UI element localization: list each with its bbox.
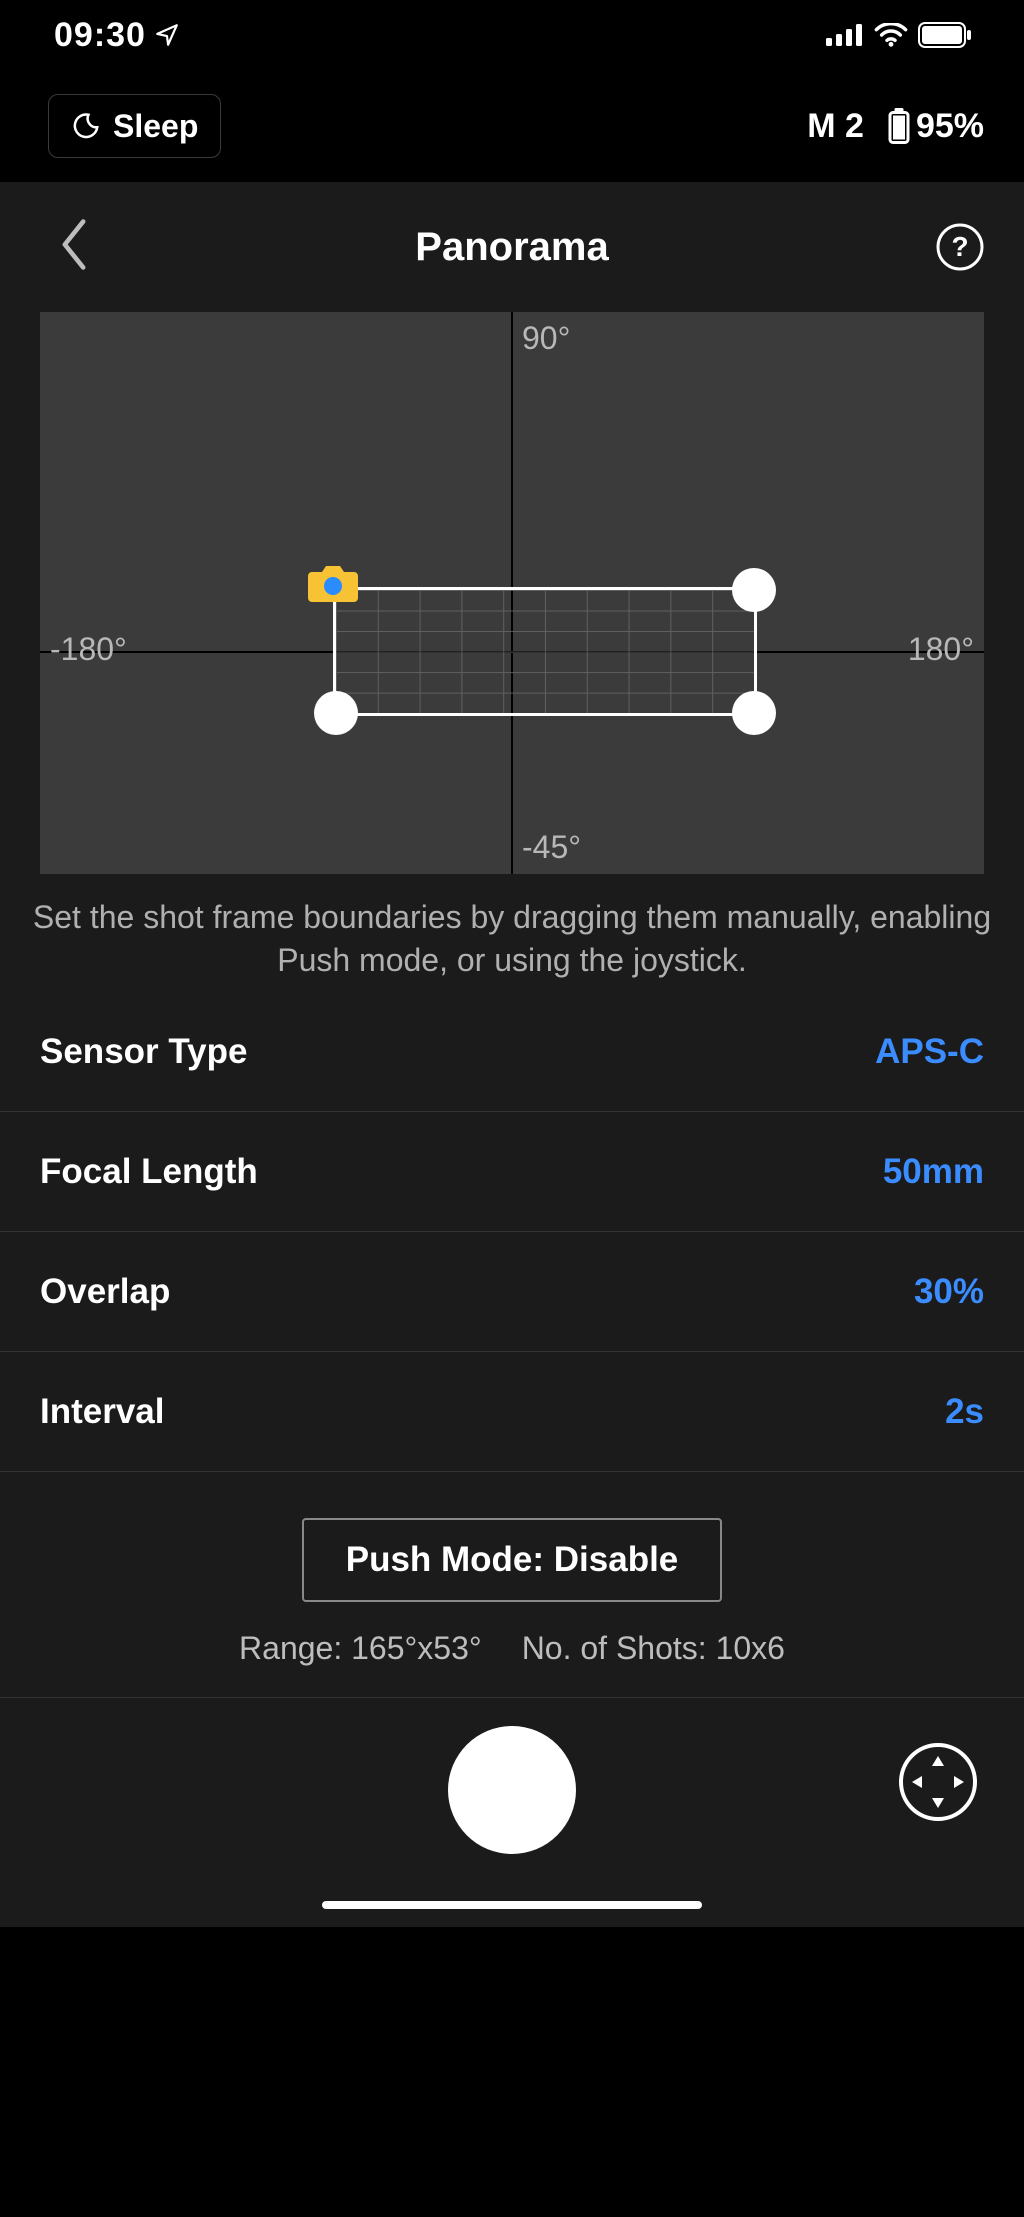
panorama-wrap: 90° -180° 180° -45° [40, 312, 984, 874]
corner-handle-bl[interactable] [314, 691, 358, 735]
home-indicator[interactable] [322, 1901, 702, 1909]
selection-frame[interactable] [333, 587, 758, 716]
row-sensor-type[interactable]: Sensor Type APS-C [0, 992, 1024, 1112]
content-area: Panorama ? 90° -180° 180° -45° [0, 182, 1024, 1927]
ios-status-bar: 09:30 [0, 0, 1024, 70]
joystick-button[interactable] [898, 1742, 978, 1822]
status-time: 09:30 [54, 16, 146, 55]
corner-handle-tr[interactable] [732, 568, 776, 612]
row-value: 2s [945, 1392, 984, 1432]
location-icon [154, 22, 180, 48]
sleep-label: Sleep [113, 108, 198, 145]
pano-label-top: 90° [522, 320, 570, 357]
pano-label-left: -180° [50, 631, 127, 668]
dpad-icon [898, 1742, 978, 1822]
row-label: Sensor Type [40, 1032, 247, 1072]
moon-icon [71, 111, 101, 141]
battery-percent: 95% [916, 107, 984, 146]
row-label: Focal Length [40, 1152, 258, 1192]
battery-small-icon [888, 108, 910, 144]
row-value: APS-C [875, 1032, 984, 1072]
row-focal-length[interactable]: Focal Length 50mm [0, 1112, 1024, 1232]
back-button[interactable] [56, 219, 92, 276]
page-header: Panorama ? [0, 182, 1024, 312]
shutter-button[interactable] [448, 1726, 576, 1854]
settings-rows: Sensor Type APS-C Focal Length 50mm Over… [0, 992, 1024, 1472]
shots-label: No. of Shots: 10x6 [522, 1630, 785, 1667]
signal-icon [826, 24, 864, 46]
footer-bar [0, 1697, 1024, 1927]
pano-label-right: 180° [908, 631, 974, 668]
help-button[interactable]: ? [936, 223, 984, 271]
status-right [826, 22, 972, 48]
hint-text: Set the shot frame boundaries by draggin… [30, 896, 994, 982]
panorama-area[interactable]: 90° -180° 180° -45° [40, 312, 984, 874]
svg-text:?: ? [951, 231, 968, 262]
mode-label: M 2 [807, 107, 864, 146]
corner-handle-br[interactable] [732, 691, 776, 735]
chevron-left-icon [56, 219, 92, 271]
row-label: Overlap [40, 1272, 170, 1312]
pano-label-bottom: -45° [522, 829, 581, 866]
push-mode-button[interactable]: Push Mode: Disable [302, 1518, 723, 1602]
row-value: 30% [914, 1272, 984, 1312]
range-label: Range: 165°x53° [239, 1630, 482, 1667]
battery-full-icon [918, 22, 972, 48]
camera-icon[interactable] [308, 562, 358, 604]
row-label: Interval [40, 1392, 165, 1432]
sleep-button[interactable]: Sleep [48, 94, 221, 158]
app-top-bar: Sleep M 2 95% [0, 70, 1024, 182]
meta-line: Range: 165°x53° No. of Shots: 10x6 [239, 1630, 785, 1667]
row-interval[interactable]: Interval 2s [0, 1352, 1024, 1472]
push-mode-section: Push Mode: Disable Range: 165°x53° No. o… [0, 1472, 1024, 1697]
row-value: 50mm [883, 1152, 984, 1192]
help-icon: ? [936, 223, 984, 271]
status-time-block: 09:30 [54, 16, 180, 55]
app-bar-right: M 2 95% [807, 107, 984, 146]
wifi-icon [874, 23, 908, 47]
row-overlap[interactable]: Overlap 30% [0, 1232, 1024, 1352]
selection-grid [336, 590, 755, 713]
page-title: Panorama [415, 225, 608, 270]
